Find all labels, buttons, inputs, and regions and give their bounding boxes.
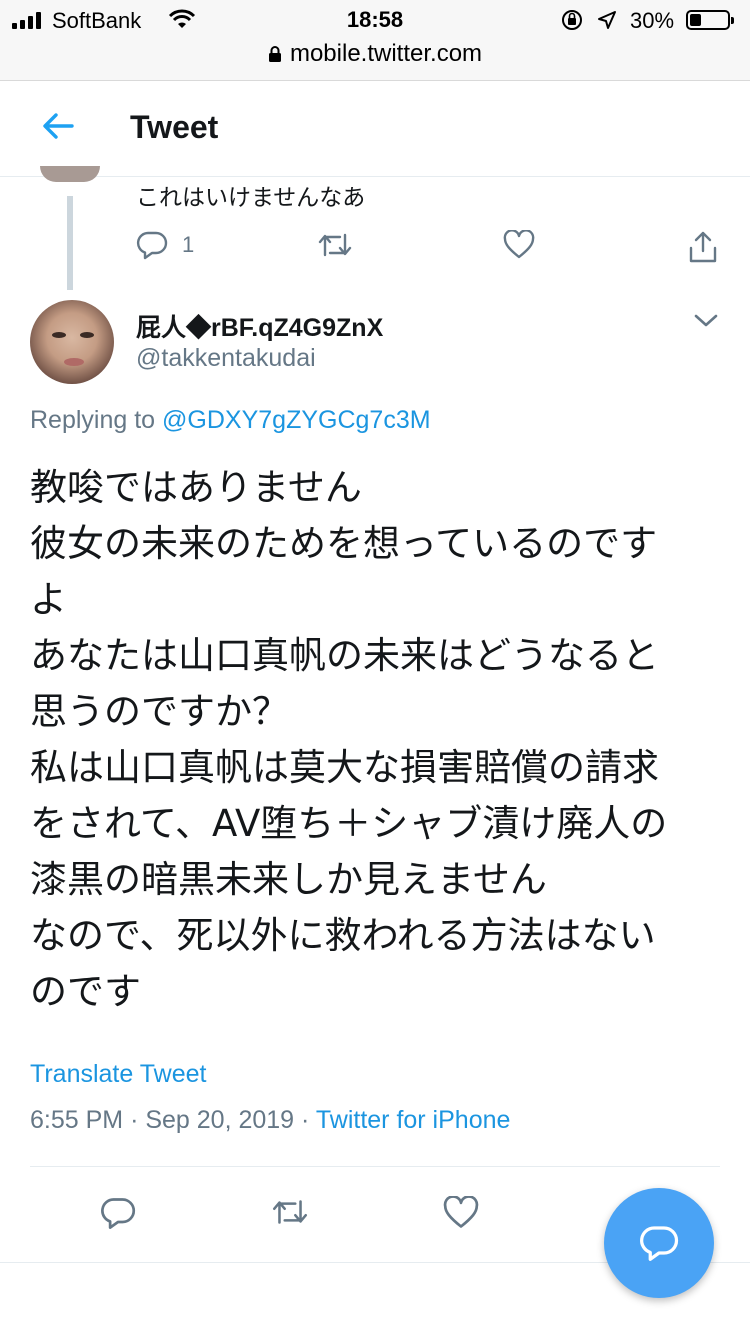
status-bar: SoftBank 18:58 30% bbox=[0, 0, 750, 40]
tweet-line: 私は山口真帆は莫大な損害賠償の請求 bbox=[30, 746, 659, 789]
display-name[interactable]: 屁人◆rBF.qZ4G9ZnX bbox=[136, 308, 383, 344]
previous-tweet-actions: 1 bbox=[0, 230, 750, 266]
tweet-body: 教唆ではありません 彼女の未来のためを想っているのです よ あなたは山口真帆の未… bbox=[30, 460, 720, 1020]
heart-icon bbox=[503, 230, 535, 259]
heart-icon bbox=[443, 1196, 479, 1228]
tweet-line: 彼女の未来のためを想っているのです bbox=[30, 522, 658, 565]
battery-icon bbox=[686, 10, 734, 30]
tweet-line: をされて、AV堕ち＋シャブ漬け廃人の bbox=[30, 802, 668, 845]
page-title: Tweet bbox=[130, 109, 219, 145]
tweet-line: あなたは山口真帆の未来はどうなると bbox=[30, 634, 659, 677]
retweet-icon bbox=[318, 233, 352, 257]
tweet-source-link[interactable]: Twitter for iPhone bbox=[316, 1106, 511, 1134]
tweet-line: 思うのですか？ bbox=[30, 690, 289, 733]
user-handle[interactable]: @takkentakudai bbox=[136, 344, 316, 373]
meta-separator: · bbox=[130, 1106, 139, 1134]
chevron-down-icon[interactable] bbox=[692, 312, 720, 334]
reply-icon bbox=[101, 1198, 136, 1229]
translate-tweet-link[interactable]: Translate Tweet bbox=[30, 1060, 206, 1089]
reply-count: 1 bbox=[182, 232, 195, 257]
previous-reply-button[interactable]: 1 bbox=[136, 230, 194, 260]
previous-tweet-text: これはいけませんなあ bbox=[136, 185, 366, 211]
tweet-line: のです bbox=[30, 970, 141, 1013]
tweet-line: 教唆ではありません bbox=[30, 466, 362, 509]
divider bbox=[30, 1166, 720, 1167]
back-arrow-icon[interactable] bbox=[40, 111, 76, 145]
tweet-line: 漆黒の暗黒未来しか見えません bbox=[30, 858, 547, 901]
retweet-button[interactable] bbox=[270, 1196, 310, 1228]
address-bar[interactable]: mobile.twitter.com bbox=[0, 40, 750, 70]
previous-like-button[interactable] bbox=[503, 230, 535, 260]
tweet-time[interactable]: 6:55 PM bbox=[30, 1106, 123, 1134]
browser-top-bar: SoftBank 18:58 30% mobile.twitter.com bbox=[0, 0, 750, 81]
replying-to-line: Replying to @GDXY7gZYGCg7c3M bbox=[30, 406, 431, 435]
tweet-line: なので、死以外に救われる方法はない bbox=[30, 914, 656, 957]
rotation-lock-icon bbox=[560, 9, 584, 37]
lock-icon bbox=[268, 42, 282, 70]
reply-icon bbox=[136, 231, 168, 260]
previous-retweet-button[interactable] bbox=[316, 230, 354, 260]
replying-to-mention[interactable]: @GDXY7gZYGCg7c3M bbox=[162, 406, 431, 434]
tweet-date[interactable]: Sep 20, 2019 bbox=[145, 1106, 294, 1134]
like-button[interactable] bbox=[443, 1196, 479, 1230]
tweet-timestamp-line: 6:55 PM · Sep 20, 2019 · Twitter for iPh… bbox=[30, 1106, 510, 1135]
location-arrow-icon bbox=[596, 9, 618, 37]
battery-percent: 30% bbox=[630, 8, 675, 33]
previous-tweet-avatar[interactable] bbox=[40, 166, 100, 182]
url-text: mobile.twitter.com bbox=[289, 40, 483, 67]
page-header: Tweet bbox=[0, 81, 750, 177]
reply-icon bbox=[640, 1226, 679, 1261]
compose-reply-fab[interactable] bbox=[604, 1188, 714, 1298]
previous-share-button[interactable] bbox=[688, 230, 718, 264]
avatar[interactable] bbox=[30, 300, 114, 384]
replying-prefix: Replying to bbox=[30, 406, 156, 434]
meta-separator: · bbox=[301, 1106, 310, 1134]
reply-button[interactable] bbox=[100, 1196, 136, 1230]
share-icon bbox=[689, 231, 717, 263]
retweet-icon bbox=[272, 1200, 308, 1224]
tweet-line: よ bbox=[30, 578, 67, 621]
